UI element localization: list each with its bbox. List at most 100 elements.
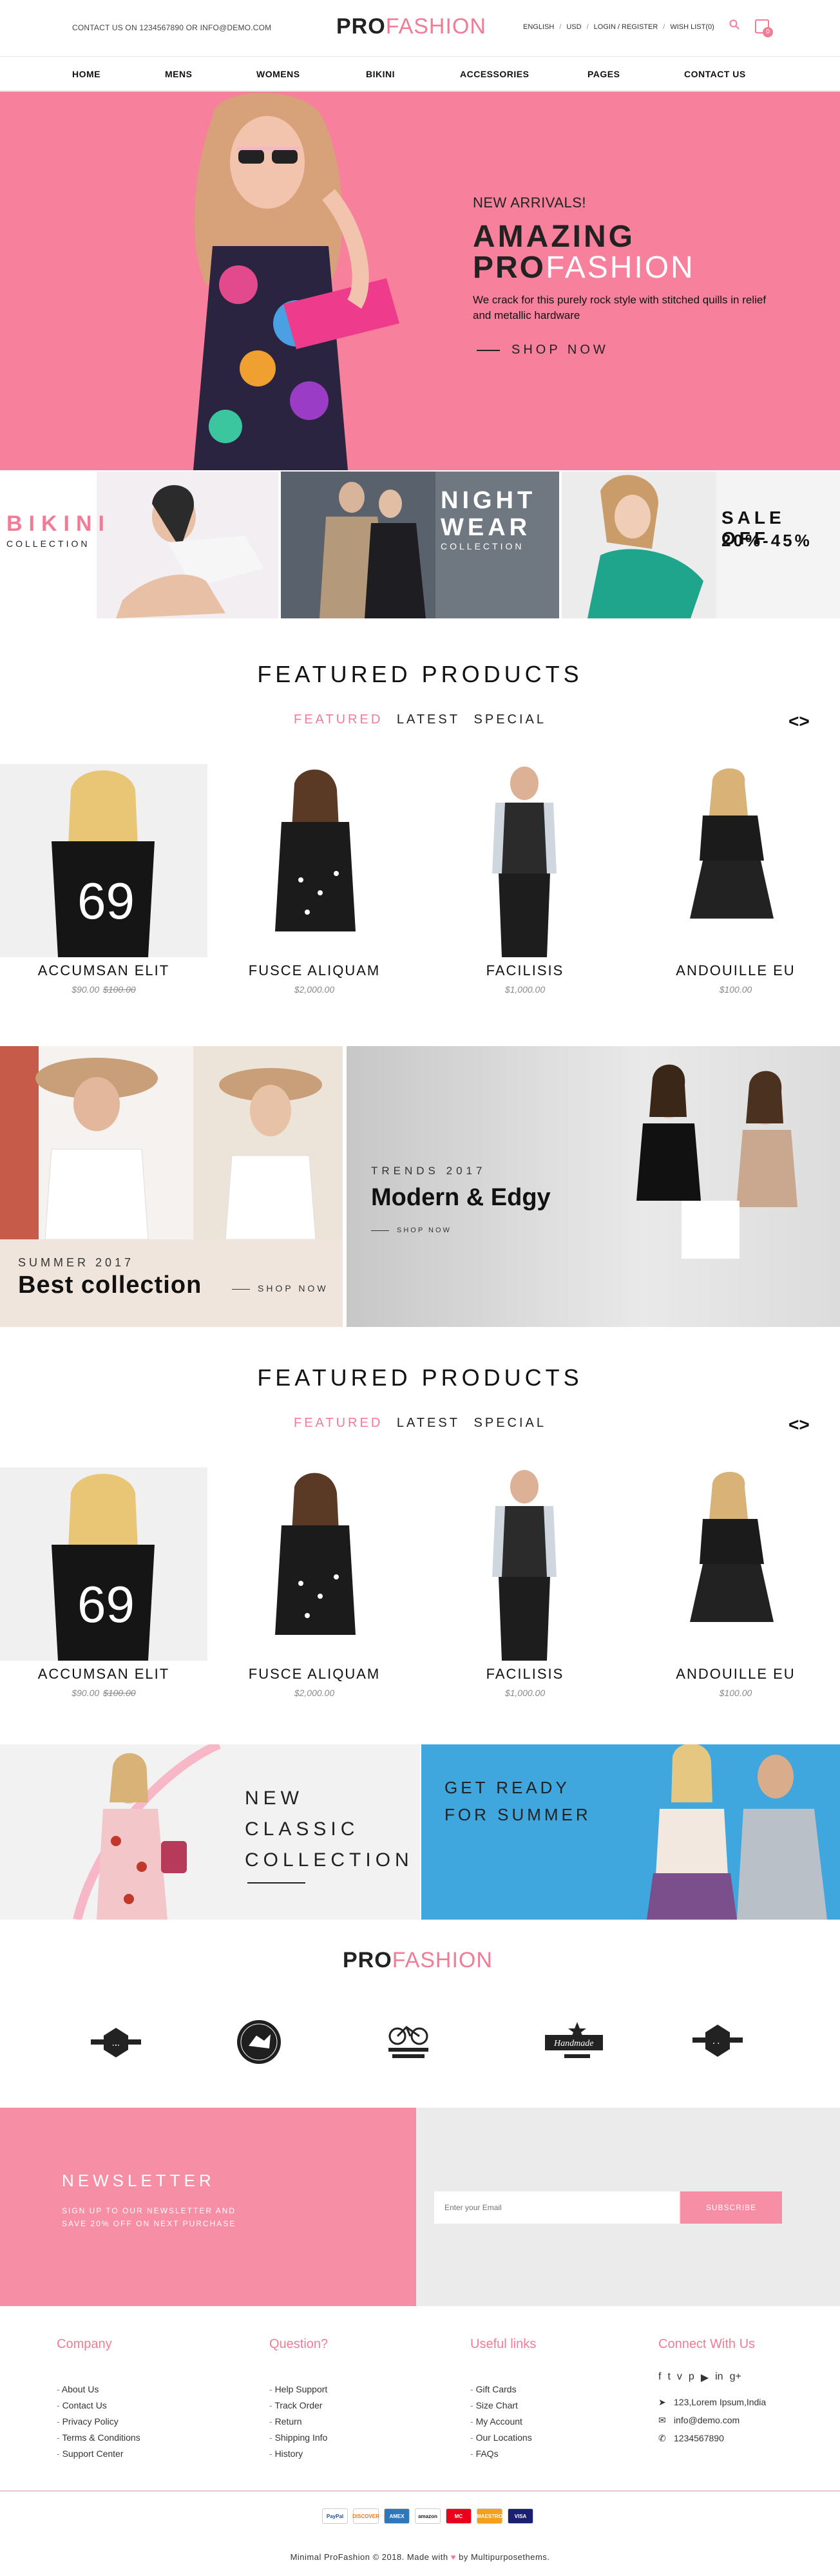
footer-link[interactable]: About Us <box>57 2381 140 2398</box>
footer-email[interactable]: ✉ info@demo.com <box>658 2411 766 2429</box>
handmade-icon[interactable]: Handmade <box>539 2016 603 2068</box>
footer-phone[interactable]: ✆ 1234567890 <box>658 2429 766 2447</box>
product-name[interactable]: FUSCE ALIQUAM <box>211 962 418 979</box>
footer-link[interactable]: FAQs <box>470 2446 536 2462</box>
wishlist-link[interactable]: WISH LIST(0) <box>670 23 714 31</box>
product-card[interactable]: FACILISIS $1,000.00 <box>421 764 629 995</box>
brand-badge-5-icon[interactable]: A <box>685 2016 750 2068</box>
svg-text:69: 69 <box>77 1576 135 1633</box>
product-name[interactable]: ACCUMSAN ELIT <box>0 1666 207 1683</box>
footer-link[interactable]: Help Support <box>269 2381 328 2398</box>
linkedin-icon[interactable]: in <box>715 2371 723 2384</box>
footer-link[interactable]: Size Chart <box>470 2398 536 2414</box>
nav-pages[interactable]: PAGES <box>587 69 620 79</box>
product-name[interactable]: ACCUMSAN ELIT <box>0 962 207 979</box>
tab-special[interactable]: SPECIAL <box>474 712 546 727</box>
tab-special[interactable]: SPECIAL <box>474 1416 546 1430</box>
twitter-icon[interactable]: t <box>667 2371 670 2384</box>
footer-link[interactable]: Return <box>269 2414 328 2430</box>
product-card[interactable]: 69 ACCUMSAN ELIT $90.00 $100.00 <box>0 764 207 995</box>
vimeo-icon[interactable]: v <box>677 2371 682 2384</box>
subscribe-button[interactable]: SUBSCRIBE <box>680 2191 782 2224</box>
footer-link[interactable]: My Account <box>470 2414 536 2430</box>
prev-arrow-icon[interactable]: < <box>788 711 799 731</box>
hero-description: We crack for this purely rock style with… <box>473 294 767 321</box>
product-card[interactable]: FUSCE ALIQUAM $2,000.00 <box>211 764 418 995</box>
nav-contact[interactable]: CONTACT US <box>684 69 746 79</box>
product-card[interactable]: ANDOUILLE EU $100.00 <box>632 764 839 995</box>
product-image[interactable]: 69 <box>0 1467 207 1661</box>
footer-link[interactable]: Gift Cards <box>470 2381 536 2398</box>
trends-shop-now-link[interactable]: SHOP NOW <box>371 1226 452 1234</box>
next-arrow-icon[interactable]: > <box>799 711 809 731</box>
footer-link[interactable]: Contact Us <box>57 2398 140 2414</box>
night-title: NIGHT <box>441 487 537 514</box>
currency-select[interactable]: USD <box>566 23 581 31</box>
product-card[interactable]: ANDOUILLE EU $100.00 <box>632 1467 839 1698</box>
night-subtitle: COLLECTION <box>441 541 524 551</box>
product-image[interactable] <box>421 1467 629 1661</box>
tab-latest[interactable]: LATEST <box>397 1416 460 1430</box>
summer-shop-now-link[interactable]: SHOP NOW <box>232 1283 329 1293</box>
next-arrow-icon[interactable]: > <box>799 1415 809 1435</box>
product-image[interactable] <box>421 764 629 957</box>
footer-link[interactable]: Track Order <box>269 2398 328 2414</box>
product-card[interactable]: FUSCE ALIQUAM $2,000.00 <box>211 1467 418 1698</box>
sale-model-image <box>562 472 716 618</box>
google-plus-icon[interactable]: g+ <box>730 2371 741 2384</box>
cart-count: 0 <box>763 27 773 37</box>
search-icon[interactable] <box>729 19 740 33</box>
youtube-icon[interactable]: ▶ <box>701 2371 709 2384</box>
footer-link[interactable]: Terms & Conditions <box>57 2430 140 2446</box>
footer-link[interactable]: Our Locations <box>470 2430 536 2446</box>
brand-badge-1-icon[interactable]: M <box>84 2016 148 2068</box>
nav-home[interactable]: HOME <box>72 69 100 79</box>
footer-link[interactable]: Shipping Info <box>269 2430 328 2446</box>
summer-collection-promo[interactable]: SUMMER 2017 Best collection SHOP NOW <box>0 1046 343 1327</box>
prev-arrow-icon[interactable]: < <box>788 1415 799 1435</box>
footer-link[interactable]: History <box>269 2446 328 2462</box>
product-image[interactable] <box>211 764 418 957</box>
classic-collection-banner[interactable]: NEW CLASSIC COLLECTION <box>0 1744 420 1920</box>
product-image[interactable] <box>211 1467 418 1661</box>
brand-badge-2-icon[interactable] <box>227 2016 291 2068</box>
tab-featured[interactable]: FEATURED <box>294 1416 383 1430</box>
summer-ready-banner[interactable]: GET READY FOR SUMMER <box>421 1744 840 1920</box>
nav-mens[interactable]: MENS <box>165 69 192 79</box>
tab-featured[interactable]: FEATURED <box>294 712 383 727</box>
nav-accessories[interactable]: ACCESSORIES <box>460 69 529 79</box>
night-wear-banner[interactable]: NIGHT WEAR COLLECTION <box>281 472 559 618</box>
language-select[interactable]: ENGLISH <box>523 23 554 31</box>
product-card[interactable]: FACILISIS $1,000.00 <box>421 1467 629 1698</box>
product-image[interactable] <box>632 764 839 957</box>
bicycle-company-icon[interactable] <box>376 2016 441 2068</box>
nav-bikini[interactable]: BIKINI <box>366 69 395 79</box>
main-nav: HOME MENS WOMENS BIKINI ACCESSORIES PAGE… <box>0 57 840 91</box>
product-name[interactable]: FACILISIS <box>421 1666 629 1683</box>
facebook-icon[interactable]: f <box>658 2371 661 2384</box>
product-name[interactable]: FUSCE ALIQUAM <box>211 1666 418 1683</box>
site-logo[interactable]: PROFASHION <box>336 14 486 39</box>
trends-models-image <box>636 1064 797 1259</box>
tab-latest[interactable]: LATEST <box>397 712 460 727</box>
login-link[interactable]: LOGIN / REGISTER <box>594 23 658 31</box>
nav-womens[interactable]: WOMENS <box>256 69 300 79</box>
cart-button[interactable]: 0 <box>755 17 774 37</box>
sale-banner[interactable]: SALE OFF 20%-45% <box>562 472 840 618</box>
product-image[interactable] <box>632 1467 839 1661</box>
newsletter-email-input[interactable] <box>434 2191 679 2224</box>
product-card[interactable]: 69 ACCUMSAN ELIT $90.00 $100.00 <box>0 1467 207 1698</box>
bikini-collection-banner[interactable]: BIKINI COLLECTION <box>0 472 278 618</box>
product-name[interactable]: FACILISIS <box>421 962 629 979</box>
summer-models-image <box>0 1046 343 1240</box>
product-name[interactable]: ANDOUILLE EU <box>632 962 839 979</box>
trends-promo[interactable]: TRENDS 2017 Modern & Edgy SHOP NOW <box>347 1046 840 1327</box>
product-image[interactable]: 69 <box>0 764 207 957</box>
footer-useful-title: Useful links <box>470 2337 537 2351</box>
product-price: $2,000.00 <box>294 1688 335 1698</box>
footer-link[interactable]: Support Center <box>57 2446 140 2462</box>
hero-shop-now-button[interactable]: SHOP NOW <box>477 343 609 358</box>
product-name[interactable]: ANDOUILLE EU <box>632 1666 839 1683</box>
footer-link[interactable]: Privacy Policy <box>57 2414 140 2430</box>
pinterest-icon[interactable]: p <box>689 2371 694 2384</box>
